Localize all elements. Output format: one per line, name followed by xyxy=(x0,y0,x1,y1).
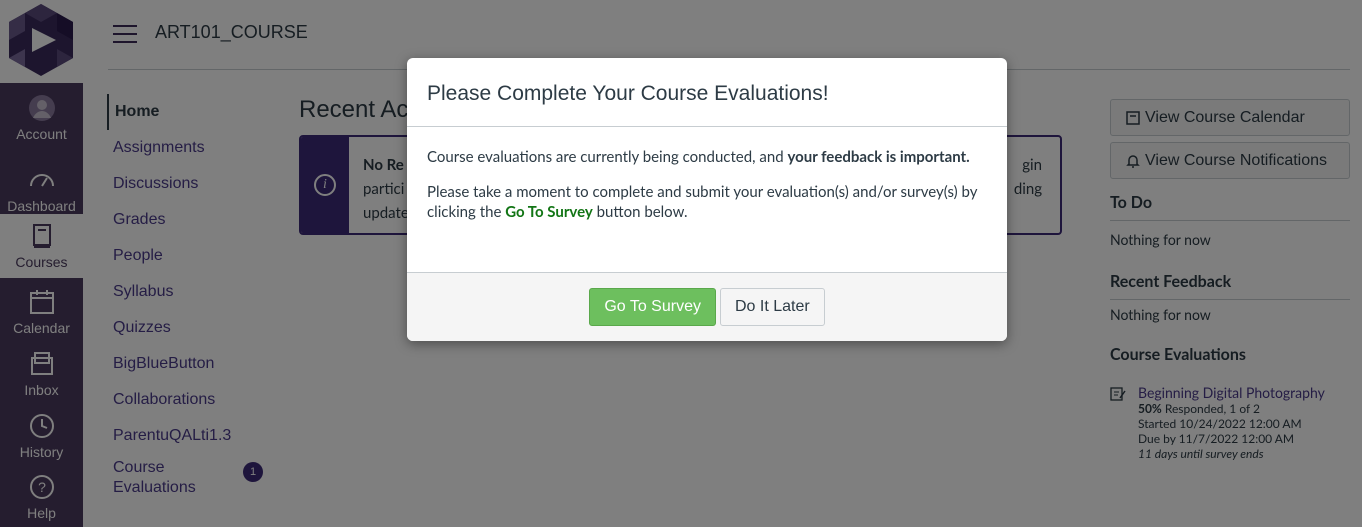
modal-p2-highlight: Go To Survey xyxy=(505,203,593,221)
course-evaluation-modal: Please Complete Your Course Evaluations!… xyxy=(407,58,1007,341)
modal-paragraph-2: Please take a moment to complete and sub… xyxy=(427,182,987,222)
modal-p2-end: button below. xyxy=(592,203,688,221)
modal-body: Course evaluations are currently being c… xyxy=(407,127,1007,272)
modal-p1-bold: your feedback is important. xyxy=(787,148,970,166)
do-it-later-button[interactable]: Do It Later xyxy=(719,288,825,326)
modal-footer: Go To Survey Do It Later xyxy=(407,272,1007,341)
go-to-survey-button[interactable]: Go To Survey xyxy=(589,288,716,326)
modal-paragraph-1: Course evaluations are currently being c… xyxy=(427,147,987,167)
modal-p1-text: Course evaluations are currently being c… xyxy=(427,148,788,166)
modal-title: Please Complete Your Course Evaluations! xyxy=(407,58,1007,127)
